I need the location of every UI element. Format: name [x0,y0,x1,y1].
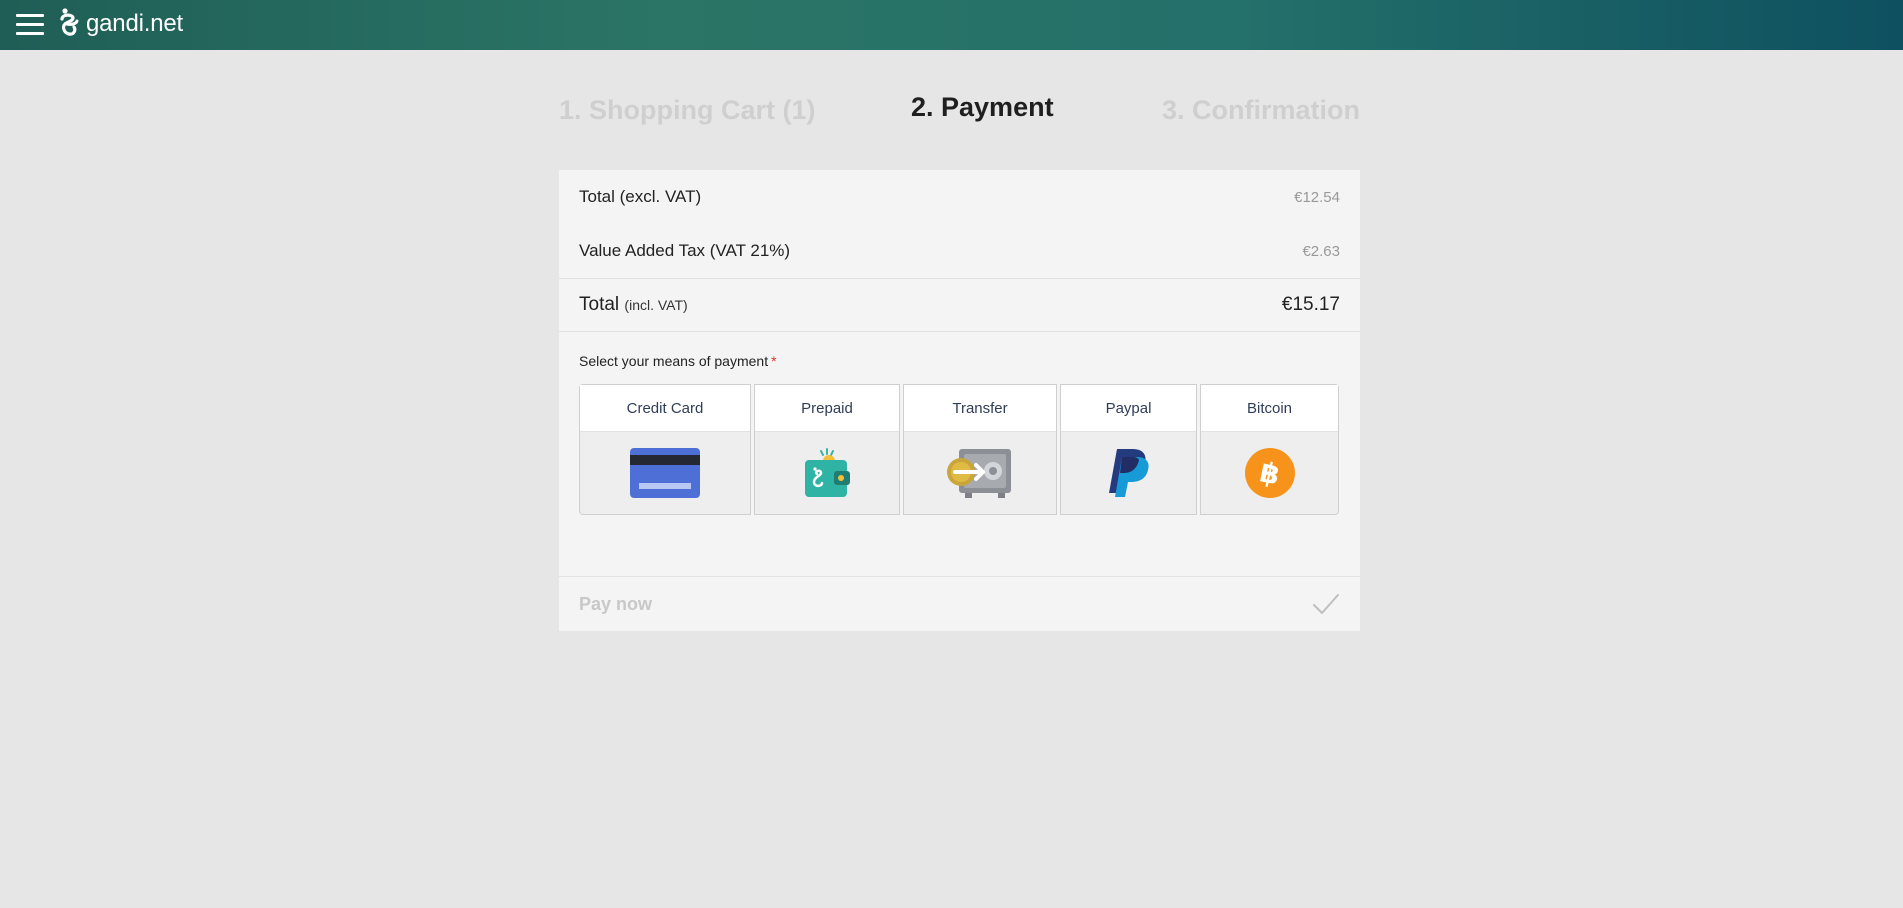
bitcoin-icon: ฿ [1244,448,1295,498]
payment-method-paypal[interactable]: Paypal [1060,384,1197,515]
total-excl-vat-value: €12.54 [1294,188,1340,206]
checkmark-icon [1313,594,1339,614]
step-confirmation: 3. Confirmation [1161,95,1360,125]
payment-panel: Total (excl. VAT) €12.54 Value Added Tax… [559,170,1360,631]
top-bar: gandi.net [0,0,1903,50]
payment-method-credit-card[interactable]: Credit Card [579,384,751,515]
paypal-icon [1108,449,1149,497]
payment-method-prepaid[interactable]: Prepaid [754,384,900,515]
total-incl-vat-sub: (incl. VAT) [624,297,688,313]
payment-methods: Credit Card Prepaid Transfer Paypal Bitc… [579,384,1339,515]
vat-row: Value Added Tax (VAT 21%) €2.63 [559,224,1360,278]
step-payment: 2. Payment [911,92,1054,122]
total-excl-vat-label: Total (excl. VAT) [579,187,702,206]
checkout-steps: 1. Shopping Cart (1) 2. Payment 3. Confi… [559,92,1360,132]
pay-now-label: Pay now [579,593,653,614]
logo-text: gandi.net [86,10,183,37]
total-incl-vat-row: Total (incl. VAT) €15.17 [559,278,1360,332]
method-label: Bitcoin [1201,385,1338,432]
gandi-logo-icon [60,8,79,36]
total-excl-vat-row: Total (excl. VAT) €12.54 [559,170,1360,224]
wallet-icon [805,448,850,497]
credit-card-icon [630,448,700,498]
gandi-logo[interactable]: gandi.net [58,6,183,42]
method-label: Credit Card [580,385,750,432]
total-incl-vat-value: €15.17 [1281,294,1340,315]
method-label: Prepaid [755,385,899,432]
payment-method-bitcoin[interactable]: Bitcoin ฿ [1200,384,1339,515]
payment-means-label: Select your means of payment * [579,353,777,369]
menu-icon[interactable] [16,12,44,38]
safe-transfer-icon [947,449,1011,498]
vat-label: Value Added Tax (VAT 21%) [579,241,791,260]
step-shopping-cart[interactable]: 1. Shopping Cart (1) [559,95,816,126]
method-label: Transfer [904,385,1056,432]
pay-now-button[interactable]: Pay now [559,576,1360,631]
required-mark: * [771,353,777,369]
method-label: Paypal [1061,385,1196,432]
total-incl-vat-label: Total (incl. VAT) [579,294,688,315]
payment-method-transfer[interactable]: Transfer [903,384,1057,515]
vat-value: €2.63 [1302,242,1340,260]
